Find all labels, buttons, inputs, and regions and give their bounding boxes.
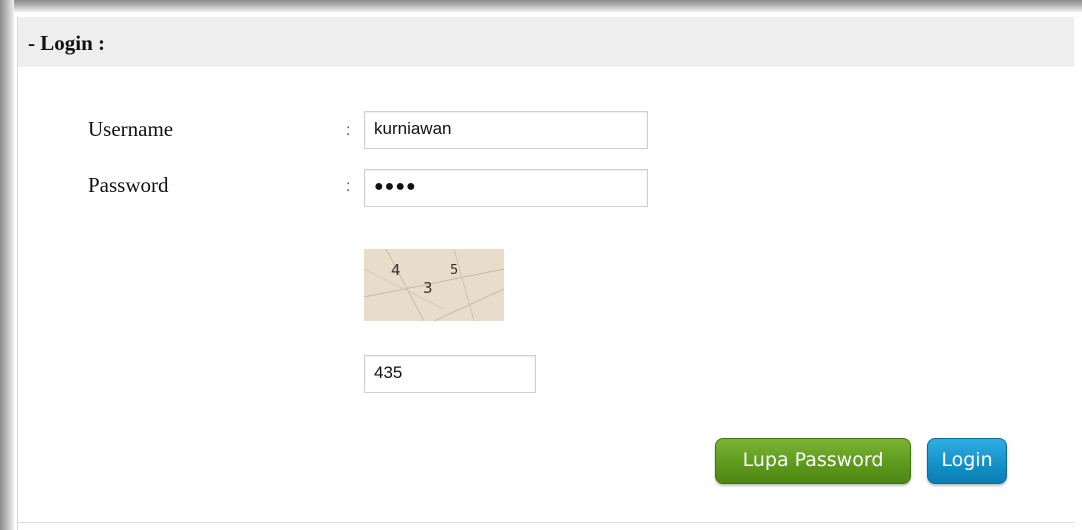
window-border-top xyxy=(0,0,1082,12)
login-panel: - Login : Username : kurniawan Password … xyxy=(17,17,1078,530)
captcha-digit-2: 3 xyxy=(423,279,433,297)
login-window: - Login : Username : kurniawan Password … xyxy=(0,0,1082,530)
panel-title: - Login : xyxy=(28,31,106,55)
username-label: Username xyxy=(88,117,174,141)
password-colon: : xyxy=(346,178,351,195)
login-button[interactable]: Login xyxy=(927,438,1007,484)
captcha-input[interactable]: 435 xyxy=(364,355,536,393)
captcha-image: 4 3 5 xyxy=(364,249,504,321)
captcha-digit-1: 4 xyxy=(391,261,401,279)
captcha-noise xyxy=(364,249,504,321)
password-input[interactable]: ●●●● xyxy=(364,169,648,207)
username-colon: : xyxy=(346,122,351,139)
username-input[interactable]: kurniawan xyxy=(364,111,648,149)
window-border-left xyxy=(0,0,14,530)
panel-bottom-border xyxy=(18,522,1074,523)
password-label: Password xyxy=(88,173,169,197)
captcha-digit-3: 5 xyxy=(450,263,459,278)
forgot-password-button[interactable]: Lupa Password xyxy=(715,438,911,484)
panel-header: - Login : xyxy=(18,17,1074,67)
